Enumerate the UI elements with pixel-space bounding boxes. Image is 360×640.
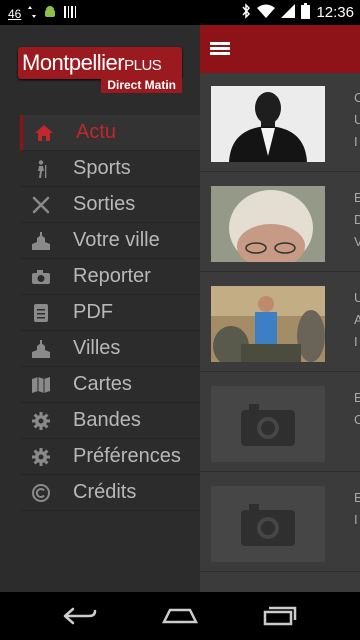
article-thumbnail (211, 286, 325, 362)
bluetooth-icon (241, 3, 251, 22)
article-text: EC (354, 390, 360, 427)
app-logo: MontpellierPLUS Direct Matin (18, 47, 182, 113)
drawer-item-votre-ville[interactable]: Votre ville (20, 223, 200, 259)
article-text: EDV (354, 190, 360, 249)
article-item[interactable]: EC (200, 373, 360, 472)
network-type: 46 (8, 6, 22, 21)
wifi-icon (257, 4, 276, 21)
drawer-menu: Actu Sports Sorties Votre ville Reporter (20, 115, 200, 511)
hiker-icon (32, 159, 50, 178)
article-thumbnail (211, 86, 325, 162)
gear-icon (32, 447, 50, 466)
drawer-item-sports[interactable]: Sports (20, 151, 200, 187)
article-item[interactable]: CUI (200, 73, 360, 172)
android-icon (43, 5, 57, 22)
home-button-icon[interactable] (162, 604, 198, 628)
camera-placeholder-icon (211, 486, 325, 562)
battery-icon (301, 3, 311, 22)
map-icon (32, 376, 50, 394)
drawer-item-actu[interactable]: Actu (20, 115, 200, 151)
app-bar (200, 25, 360, 73)
clock: 12:36 (316, 4, 354, 21)
navigation-drawer: MontpellierPLUS Direct Matin Actu Sports… (0, 25, 200, 592)
church-icon (32, 339, 50, 358)
drawer-item-pdf[interactable]: PDF (20, 295, 200, 331)
cell-signal-icon (281, 4, 296, 21)
article-text: CUI (354, 90, 360, 149)
article-list-panel: CUI EDV U A I E C E I (200, 25, 360, 592)
article-thumbnail (211, 186, 325, 262)
article-item[interactable]: EDV (200, 173, 360, 272)
document-icon (32, 303, 50, 322)
drawer-item-cartes[interactable]: Cartes (20, 367, 200, 403)
drawer-item-reporter[interactable]: Reporter (20, 259, 200, 295)
home-icon (35, 124, 53, 142)
drawer-item-preferences[interactable]: Préférences (20, 439, 200, 475)
article-text: UAI (354, 290, 360, 349)
article-item[interactable]: EI (200, 473, 360, 572)
cutlery-icon (32, 196, 50, 214)
drawer-item-bandes[interactable]: Bandes (20, 403, 200, 439)
system-navigation-bar (0, 592, 360, 640)
camera-icon (32, 268, 50, 286)
data-arrows-icon (27, 6, 37, 21)
church-icon (32, 231, 50, 250)
article-item[interactable]: UAI (200, 273, 360, 372)
drawer-item-credits[interactable]: Crédits (20, 475, 200, 511)
back-icon[interactable] (62, 604, 98, 628)
camera-placeholder-icon (211, 386, 325, 462)
article-text: EI (354, 490, 360, 527)
status-bar: 46 12:36 (0, 0, 360, 25)
drawer-item-sorties[interactable]: Sorties (20, 187, 200, 223)
drawer-item-villes[interactable]: Villes (20, 331, 200, 367)
menu-icon[interactable] (210, 42, 230, 56)
gear-icon (32, 411, 50, 430)
copyright-icon (32, 483, 50, 502)
recents-icon[interactable] (262, 604, 298, 628)
barcode-icon (63, 5, 77, 22)
